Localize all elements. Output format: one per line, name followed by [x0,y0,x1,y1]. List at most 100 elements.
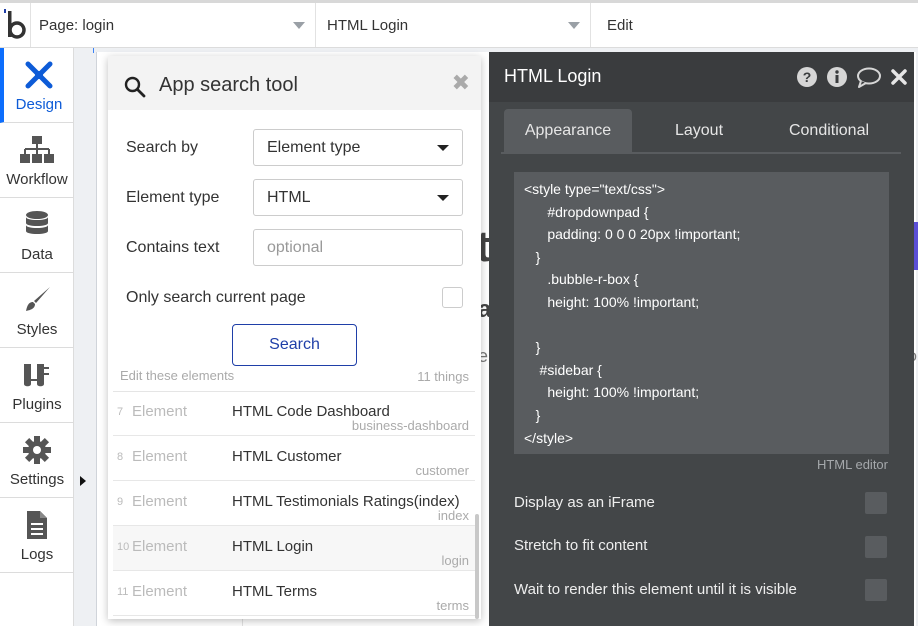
comment-icon[interactable] [856,66,882,93]
wait-to-render-label: Wait to render this element until it is … [514,581,797,598]
property-editor-header: HTML Login ? [489,52,914,102]
sidebar-item-label: Logs [20,546,54,563]
top-bar: Page: login HTML Login Edit [0,0,918,48]
sidebar-item-data[interactable]: Data [0,198,74,273]
plug-icon [21,358,53,392]
header-icons: ? [796,66,908,93]
design-icon [24,58,54,92]
result-type: Element [132,493,188,510]
chevron-down-icon [437,195,449,201]
element-selector-label: HTML Login [327,16,409,34]
element-type-label: Element type [126,189,220,206]
result-type: Element [132,583,188,600]
results-scrollbar[interactable] [475,514,479,619]
result-row[interactable]: 11 Element HTML Terms terms [113,571,475,616]
app-search-tool-panel: App search tool ✖ Search by Element type… [108,56,481,619]
search-by-label: Search by [126,139,199,156]
html-code-editor[interactable]: <style type="text/css"> #dropdownpad { p… [514,172,889,454]
sidebar-item-design[interactable]: Design [0,48,74,123]
document-icon [25,508,49,542]
contains-text-label: Contains text [126,239,220,256]
result-page: business-dashboard [351,418,469,433]
search-by-select[interactable]: Element type [253,129,463,166]
property-editor-panel: HTML Login ? Appearance Layout Condition… [489,52,914,626]
page-selector-label: Page: login [39,16,115,34]
sidebar-item-workflow[interactable]: Workflow [0,123,74,198]
element-selector[interactable]: HTML Login [315,3,590,47]
chevron-down-icon [437,145,449,151]
display-as-iframe-checkbox[interactable] [865,492,887,514]
edit-elements-label: Edit these elements [120,368,235,383]
result-number: 11 [117,586,129,598]
sidebar-item-settings[interactable]: Settings [0,423,74,498]
stretch-to-fit-label: Stretch to fit content [514,537,648,554]
mode-selector[interactable]: Edit [590,3,918,47]
element-type-select[interactable]: HTML [253,179,463,216]
display-as-iframe-label: Display as an iFrame [514,494,655,511]
tab-appearance[interactable]: Appearance [504,109,632,152]
html-editor-label: HTML editor [816,457,888,472]
result-row[interactable]: 9 Element HTML Testimonials Ratings(inde… [113,481,475,526]
sidebar-item-label: Styles [16,321,58,338]
results-list: 7 Element HTML Code Dashboard business-d… [113,391,475,619]
search-icon [124,76,146,103]
chevron-down-icon [293,22,305,29]
result-name: HTML Customer [232,448,342,465]
sidebar-item-logs[interactable]: Logs [0,498,74,573]
info-icon[interactable] [826,66,848,93]
bubble-logo-icon [4,9,26,39]
gear-icon [22,433,52,467]
only-current-page-checkbox[interactable] [442,287,463,308]
result-name: HTML Terms [232,583,318,600]
search-tool-header: App search tool ✖ [108,56,481,110]
contains-text-input[interactable] [253,229,463,266]
page-selector[interactable]: Page: login [30,3,315,47]
close-icon[interactable]: ✖ [452,72,470,94]
wait-to-render-checkbox[interactable] [865,579,887,601]
results-count: 11 things [417,369,469,384]
only-current-page-label: Only search current page [126,289,306,306]
chevron-down-icon [568,22,580,29]
result-name: HTML Testimonials Ratings(index) [232,493,460,510]
sidebar-item-label: Data [21,246,53,263]
database-icon [25,208,49,242]
close-icon[interactable] [890,68,908,91]
result-type: Element [132,403,188,420]
tab-conditional[interactable]: Conditional [769,109,889,152]
result-page: index [437,508,469,523]
result-row[interactable]: 7 Element HTML Code Dashboard business-d… [113,392,475,436]
left-sidebar: Design Workflow Data Styles Plugins Sett… [0,48,74,626]
result-number: 8 [117,451,124,463]
result-row-selected[interactable]: 10 Element HTML Login login [113,526,475,571]
sidebar-item-label: Settings [9,471,65,488]
property-tabs: Appearance Layout Conditional [489,102,914,152]
result-page: login [441,553,469,568]
help-icon[interactable]: ? [796,66,818,93]
search-button[interactable]: Search [232,324,357,366]
result-type: Element [132,448,188,465]
tab-underline [501,152,901,154]
result-type: Element [132,538,188,555]
sidebar-item-styles[interactable]: Styles [0,273,74,348]
result-page: terms [436,598,470,613]
sidebar-item-label: Design [15,96,63,113]
brush-icon [22,283,52,317]
sidebar-item-label: Workflow [6,171,68,188]
result-page: customer [415,463,469,478]
sidebar-item-label: Plugins [12,396,62,413]
bubble-logo[interactable] [0,3,30,48]
app-root: Page: login HTML Login Edit Design Workf… [0,0,918,626]
tab-layout[interactable]: Layout [639,109,759,152]
sidebar-expand-arrow[interactable] [80,476,86,486]
search-tool-title: App search tool [159,74,298,96]
element-type-value: HTML [267,188,311,206]
stretch-to-fit-checkbox[interactable] [865,536,887,558]
workflow-icon [20,133,54,167]
result-number: 7 [117,406,124,418]
result-row[interactable]: 8 Element HTML Customer customer [113,436,475,481]
search-by-value: Element type [267,138,361,156]
result-number: 9 [117,496,124,508]
property-editor-title: HTML Login [504,66,602,86]
sidebar-item-plugins[interactable]: Plugins [0,348,74,423]
svg-text:?: ? [803,69,812,85]
